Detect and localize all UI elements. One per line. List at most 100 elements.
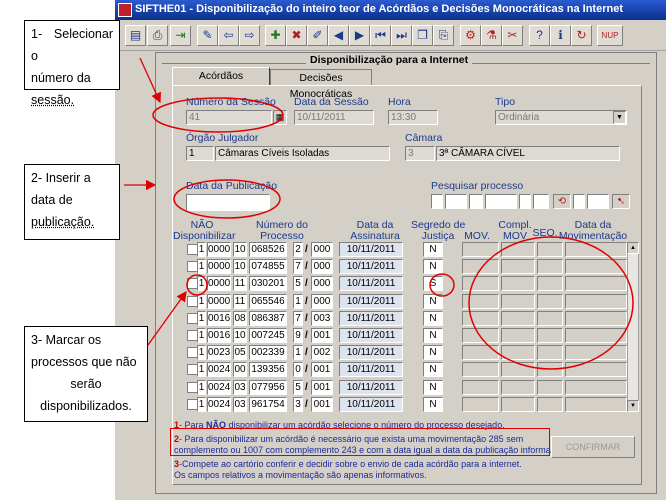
print-icon[interactable]: ⎙: [147, 25, 168, 46]
segredo-justica-cell[interactable]: N: [423, 259, 443, 274]
first-icon[interactable]: ⏮: [370, 25, 391, 46]
numero-sessao-field[interactable]: 41: [186, 110, 272, 125]
table-scrollbar[interactable]: [627, 242, 639, 412]
data-assinatura-cell[interactable]: 10/11/2011: [339, 311, 403, 326]
process-field-b[interactable]: 0016: [207, 311, 231, 326]
segredo-justica-cell[interactable]: N: [423, 380, 443, 395]
paste-icon[interactable]: ⎘: [433, 25, 454, 46]
process-field-d[interactable]: 030201: [249, 276, 287, 291]
process-field-e[interactable]: 3: [293, 397, 303, 412]
orgao-name-field[interactable]: Câmaras Cíveis Isoladas: [215, 146, 390, 161]
process-field-a[interactable]: 1: [197, 311, 206, 326]
process-field-b[interactable]: 0024: [207, 397, 231, 412]
tipo-select[interactable]: Ordinária: [495, 110, 627, 125]
process-field-a[interactable]: 1: [197, 259, 206, 274]
process-field-f[interactable]: 001: [311, 362, 333, 377]
process-field-d[interactable]: 961754: [249, 397, 287, 412]
process-field-a[interactable]: 1: [197, 276, 206, 291]
search-field-1[interactable]: [431, 194, 443, 209]
process-field-d[interactable]: 139356: [249, 362, 287, 377]
data-assinatura-cell[interactable]: 10/11/2011: [339, 345, 403, 360]
process-field-f[interactable]: 001: [311, 397, 333, 412]
search-go-icon[interactable]: ➷: [612, 194, 630, 209]
search-field-8[interactable]: [587, 194, 609, 209]
data-assinatura-cell[interactable]: 10/11/2011: [339, 328, 403, 343]
process-field-d[interactable]: 077956: [249, 380, 287, 395]
process-field-a[interactable]: 1: [197, 345, 206, 360]
info-icon[interactable]: ℹ: [550, 25, 571, 46]
tab-decisoes-monocraticas[interactable]: Decisões Monocráticas: [270, 69, 372, 100]
process-field-f[interactable]: 003: [311, 311, 333, 326]
refresh-icon[interactable]: ↻: [571, 25, 592, 46]
process-field-e[interactable]: 7: [293, 259, 303, 274]
process-field-f[interactable]: 001: [311, 380, 333, 395]
camara-name-field[interactable]: 3ª CÂMARA CÍVEL: [436, 146, 620, 161]
process-field-a[interactable]: 1: [197, 380, 206, 395]
segredo-justica-cell[interactable]: S: [423, 276, 443, 291]
tab-acordaos[interactable]: Acórdãos: [172, 67, 270, 86]
segredo-justica-cell[interactable]: N: [423, 397, 443, 412]
help-icon[interactable]: ?: [529, 25, 550, 46]
list-icon[interactable]: ▦: [273, 110, 287, 125]
tools-icon[interactable]: ✎: [197, 25, 218, 46]
process-field-d[interactable]: 007245: [249, 328, 287, 343]
process-field-d[interactable]: 002339: [249, 345, 287, 360]
data-assinatura-cell[interactable]: 10/11/2011: [339, 276, 403, 291]
segredo-justica-cell[interactable]: N: [423, 294, 443, 309]
data-assinatura-cell[interactable]: 10/11/2011: [339, 242, 403, 257]
export-icon[interactable]: ⚙: [460, 25, 481, 46]
new-record-icon[interactable]: ✚: [265, 25, 286, 46]
process-field-f[interactable]: 000: [311, 294, 333, 309]
process-field-b[interactable]: 0000: [207, 259, 231, 274]
process-field-e[interactable]: 9: [293, 328, 303, 343]
segredo-justica-cell[interactable]: N: [423, 345, 443, 360]
process-field-c[interactable]: 10: [233, 259, 247, 274]
last-icon[interactable]: ⏭: [391, 25, 412, 46]
process-field-a[interactable]: 1: [197, 397, 206, 412]
data-assinatura-cell[interactable]: 10/11/2011: [339, 362, 403, 377]
process-field-c[interactable]: 00: [233, 362, 247, 377]
data-assinatura-cell[interactable]: 10/11/2011: [339, 259, 403, 274]
data-sessao-field[interactable]: 10/11/2011: [294, 110, 374, 125]
process-field-c[interactable]: 11: [233, 276, 247, 291]
process-field-a[interactable]: 1: [197, 328, 206, 343]
process-field-a[interactable]: 1: [197, 242, 206, 257]
process-field-c[interactable]: 03: [233, 397, 247, 412]
process-field-d[interactable]: 074855: [249, 259, 287, 274]
camara-code-field[interactable]: 3: [405, 146, 435, 161]
search-field-7[interactable]: [573, 194, 585, 209]
segredo-justica-cell[interactable]: N: [423, 242, 443, 257]
process-field-c[interactable]: 03: [233, 380, 247, 395]
process-field-b[interactable]: 0016: [207, 328, 231, 343]
data-assinatura-cell[interactable]: 10/11/2011: [339, 380, 403, 395]
process-field-b[interactable]: 0024: [207, 362, 231, 377]
process-field-b[interactable]: 0000: [207, 294, 231, 309]
process-field-c[interactable]: 08: [233, 311, 247, 326]
process-field-f[interactable]: 000: [311, 259, 333, 274]
process-field-f[interactable]: 001: [311, 328, 333, 343]
edit-icon[interactable]: ✐: [307, 25, 328, 46]
scroll-down-icon[interactable]: ▼: [627, 400, 639, 412]
data-assinatura-cell[interactable]: 10/11/2011: [339, 397, 403, 412]
search-icon[interactable]: ⟲: [553, 194, 571, 209]
search-field-2[interactable]: [445, 194, 467, 209]
next-icon[interactable]: ▶: [349, 25, 370, 46]
process-field-e[interactable]: 2: [293, 242, 303, 257]
delete-record-icon[interactable]: ✖: [286, 25, 307, 46]
search-field-3[interactable]: [469, 194, 483, 209]
process-field-b[interactable]: 0000: [207, 242, 231, 257]
confirmar-button[interactable]: CONFIRMAR: [551, 436, 635, 458]
process-field-c[interactable]: 10: [233, 242, 247, 257]
segredo-justica-cell[interactable]: N: [423, 328, 443, 343]
save-icon[interactable]: ▤: [125, 25, 146, 46]
back-icon[interactable]: ⇦: [218, 25, 239, 46]
search-field-5[interactable]: [519, 194, 531, 209]
process-field-c[interactable]: 05: [233, 345, 247, 360]
process-field-c[interactable]: 10: [233, 328, 247, 343]
process-field-c[interactable]: 11: [233, 294, 247, 309]
search-field-6[interactable]: [533, 194, 549, 209]
process-field-a[interactable]: 1: [197, 362, 206, 377]
segredo-justica-cell[interactable]: N: [423, 311, 443, 326]
chevron-down-icon[interactable]: ▼: [613, 111, 626, 124]
nup-icon[interactable]: NUP: [597, 25, 623, 46]
